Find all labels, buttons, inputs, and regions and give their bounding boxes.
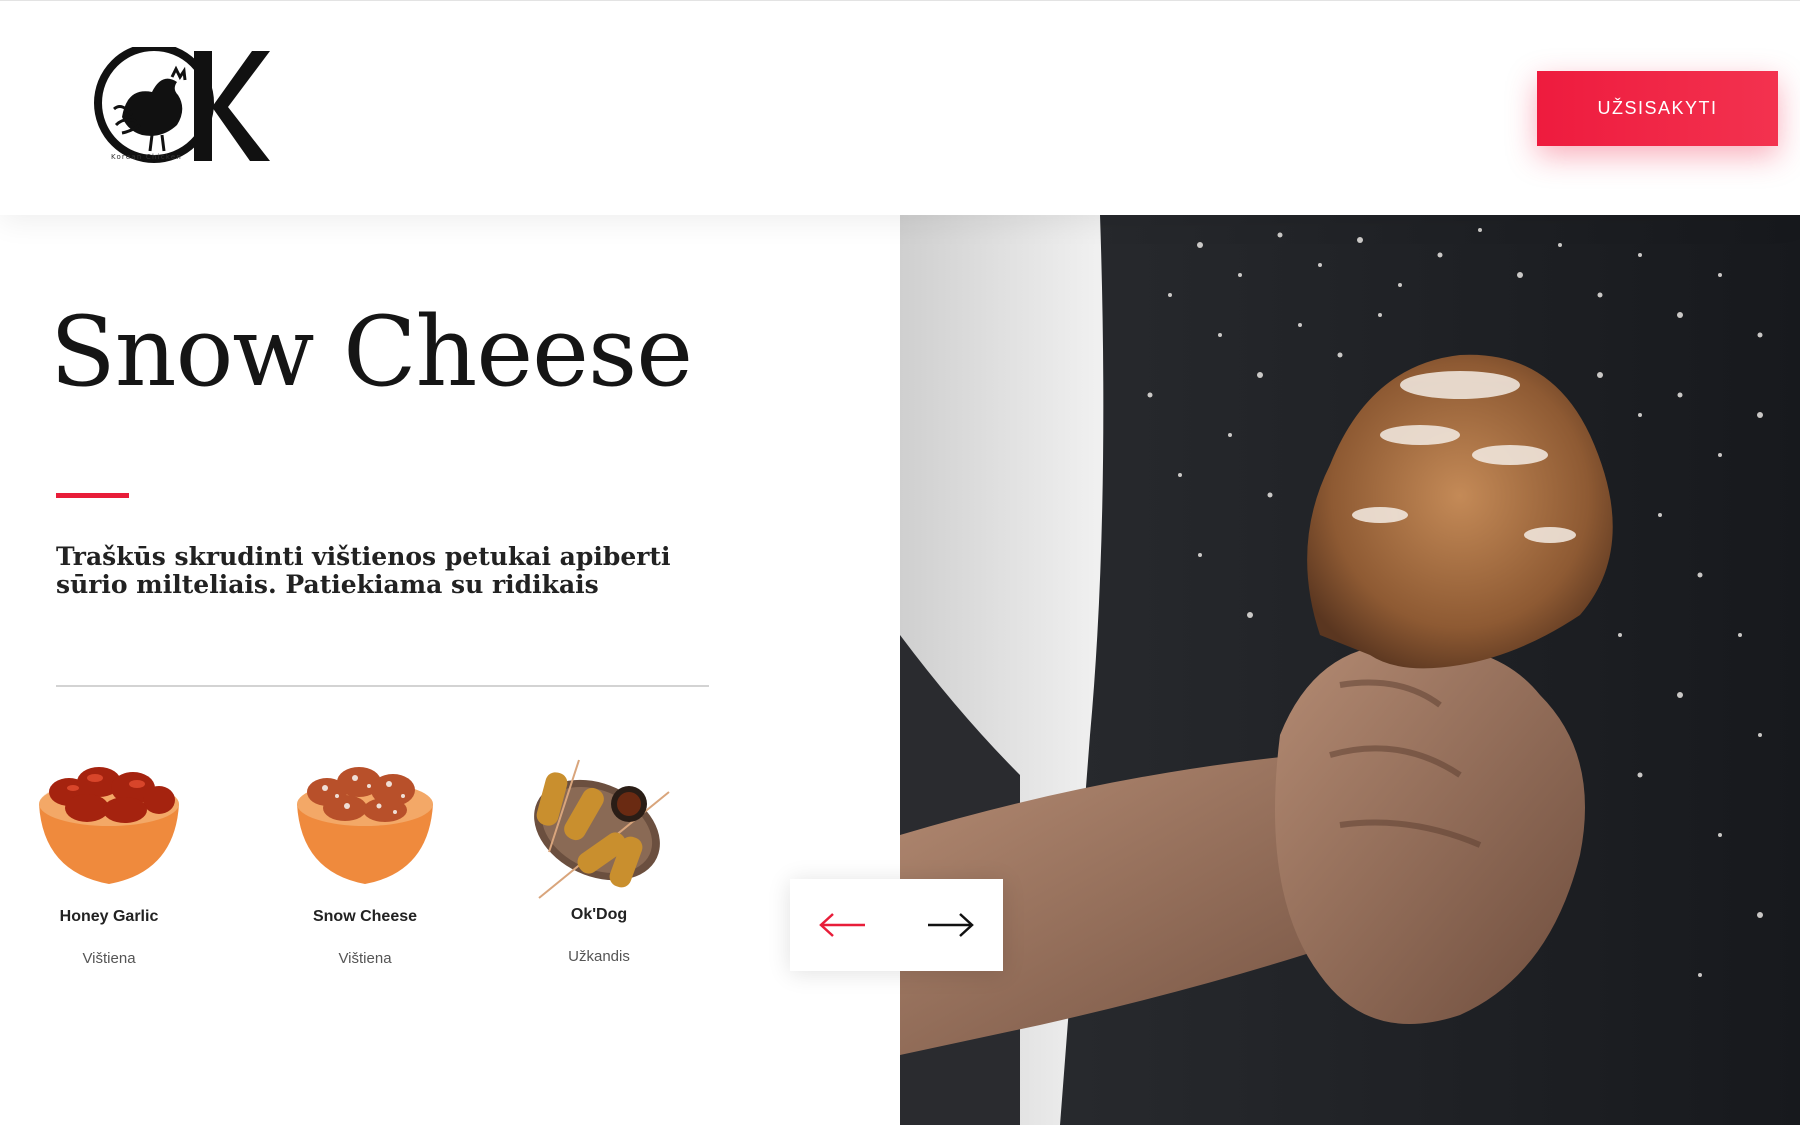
logo-graphic	[94, 43, 270, 163]
site-header: Korean Chicken UŽSISAKYTI	[0, 0, 1800, 215]
product-description: Traškūs skrudinti vištienos petukai apib…	[56, 542, 671, 599]
menu-item-honey-garlic[interactable]: Honey Garlic Vištiena	[4, 752, 214, 967]
snow-cheese-image	[285, 752, 445, 902]
ok-korean-chicken-logo[interactable]	[92, 43, 272, 165]
arrow-left-icon[interactable]	[817, 911, 869, 939]
accent-divider	[56, 493, 129, 498]
menu-item-snow-cheese[interactable]: Snow Cheese Vištiena	[260, 752, 470, 967]
menu-item-ok-dog[interactable]: Ok'Dog Užkandis	[494, 752, 704, 965]
slider-controls	[790, 879, 1003, 971]
logo-caption: Korean Chicken	[111, 153, 182, 161]
menu-item-name: Ok'Dog	[570, 906, 628, 923]
menu-item-name: Snow Cheese	[312, 908, 418, 925]
order-button[interactable]: UŽSISAKYTI	[1537, 71, 1778, 146]
section-divider	[56, 685, 709, 687]
menu-item-name: Honey Garlic	[59, 908, 159, 925]
arrow-right-icon[interactable]	[924, 911, 976, 939]
menu-item-category: Užkandis	[568, 948, 630, 965]
honey-garlic-image	[29, 752, 189, 902]
hero-image	[900, 215, 1800, 1125]
menu-item-category: Vištiena	[338, 950, 392, 967]
ok-dog-image	[519, 752, 679, 902]
menu-item-category: Vištiena	[82, 950, 136, 967]
product-title: Snow Cheese	[50, 296, 693, 408]
